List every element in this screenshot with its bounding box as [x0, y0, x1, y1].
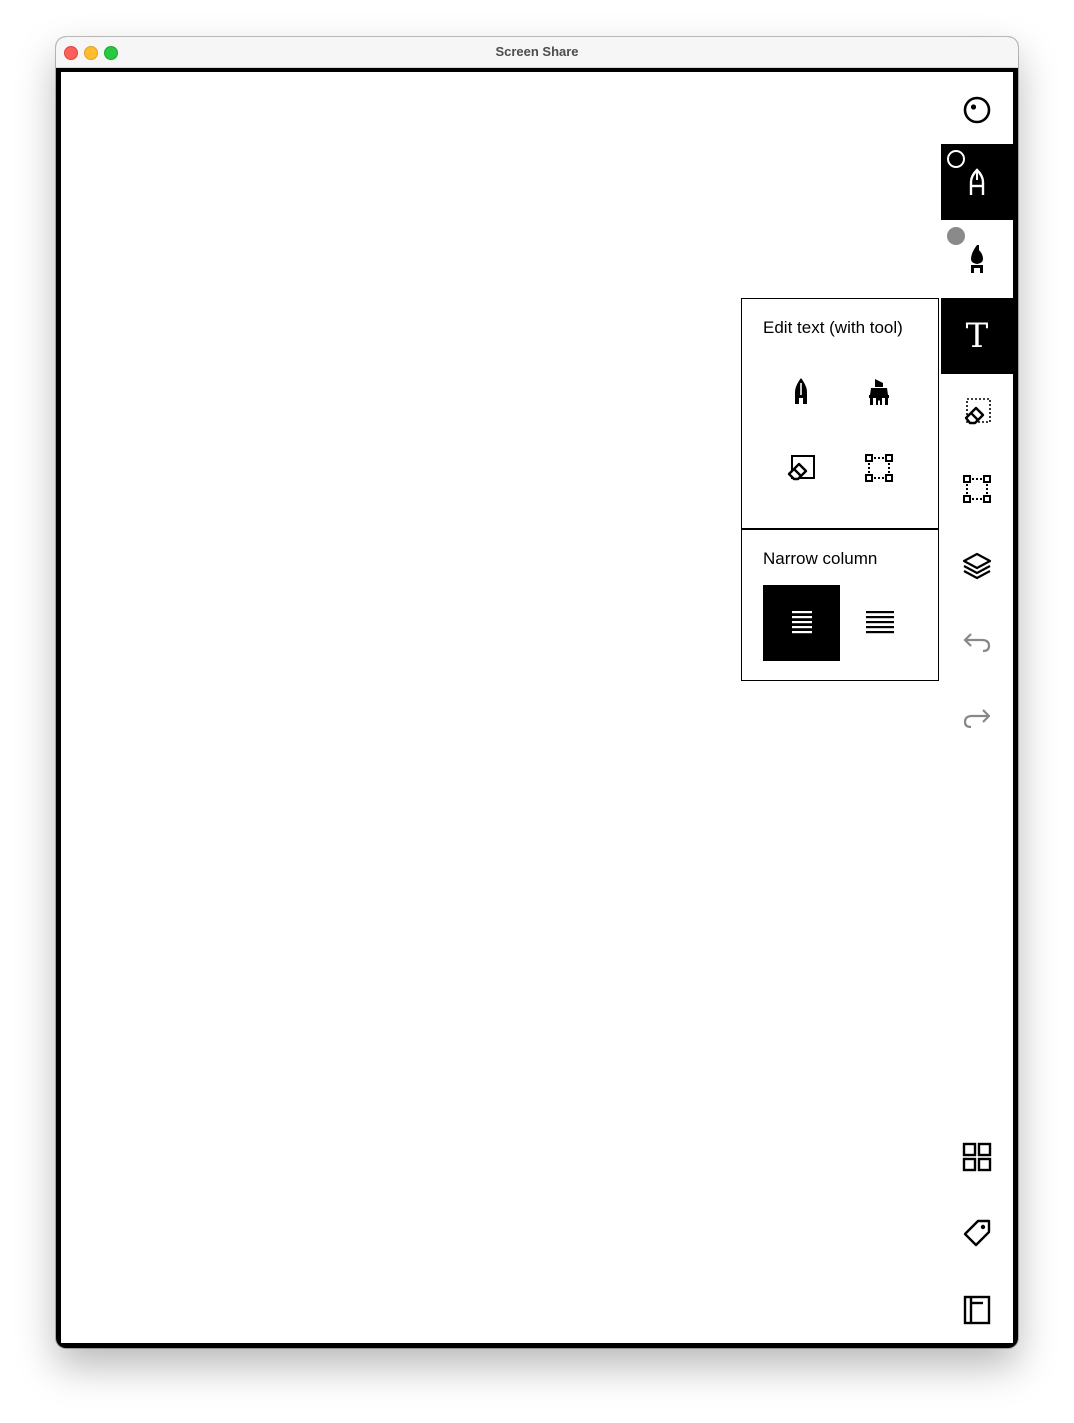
fineliner-pen-icon: [969, 168, 985, 195]
undo-arrow-icon: [963, 633, 991, 653]
grid-view-button[interactable]: [941, 1119, 1013, 1195]
narrow-column-button[interactable]: [763, 585, 840, 661]
grid-icon: [962, 1142, 992, 1172]
color-fill-badge: [947, 227, 965, 245]
tags-button[interactable]: [941, 1195, 1013, 1271]
fineliner-tool-button[interactable]: [941, 144, 1013, 220]
eraser-selection-button[interactable]: [941, 374, 1013, 450]
marker-pen-icon: [971, 245, 983, 273]
narrow-column-icon: [791, 611, 812, 634]
notebook-button[interactable]: [941, 1272, 1013, 1343]
eraser-selection-icon: [964, 398, 991, 425]
focus-mode-button[interactable]: [941, 72, 1013, 148]
eraser-icon: [787, 455, 815, 481]
layers-button[interactable]: [941, 528, 1013, 604]
column-width-heading: Narrow column: [763, 549, 878, 568]
redo-arrow-icon: [963, 709, 991, 729]
wide-column-icon: [865, 611, 894, 634]
target-dot-icon: [963, 96, 991, 124]
tablet-screen[interactable]: T Edit text (with tool) Narrow column: [61, 72, 1013, 1343]
edit-text-heading: Edit text (with tool): [763, 318, 903, 337]
select-tool-button[interactable]: [941, 451, 1013, 527]
text-T-icon: T: [965, 316, 989, 356]
text-tool-button[interactable]: T: [941, 298, 1013, 374]
eraser-option[interactable]: [769, 436, 833, 500]
highlighter-icon: [869, 379, 889, 405]
tag-icon: [963, 1219, 991, 1247]
screen-share-window: Screen Share T Edit text (with tool) Nar…: [56, 37, 1018, 1348]
fineliner-option[interactable]: [769, 360, 833, 424]
fineliner-icon: [795, 378, 807, 404]
notebook-icon: [963, 1295, 991, 1325]
selection-box-icon: [963, 475, 991, 503]
window-titlebar: Screen Share: [56, 37, 1018, 68]
marker-tool-button[interactable]: [941, 221, 1013, 297]
undo-button[interactable]: [941, 605, 1013, 681]
window-title: Screen Share: [495, 44, 579, 59]
layers-icon: [962, 552, 992, 580]
color-ring-badge: [947, 150, 965, 168]
wide-column-button[interactable]: [841, 585, 918, 661]
redo-button[interactable]: [941, 681, 1013, 757]
popover-divider: [742, 528, 938, 530]
selection-option[interactable]: [847, 436, 911, 500]
text-options-popover: Edit text (with tool) Narrow column: [741, 298, 939, 681]
highlighter-option[interactable]: [847, 360, 911, 424]
selection-icon: [865, 454, 893, 482]
